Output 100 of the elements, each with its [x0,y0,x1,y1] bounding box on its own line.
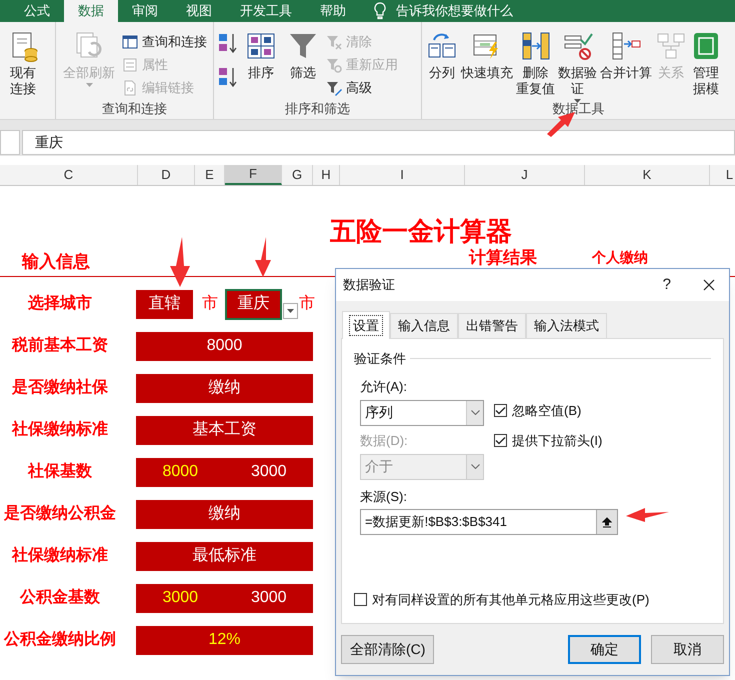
section-label: 验证条件 [354,350,406,368]
funnel-pen-icon [326,80,342,96]
chevron-down-icon [470,464,480,469]
column-header[interactable]: H [313,165,340,185]
field-label: 数据(D): [360,432,409,450]
dialog-title: 数据验证 [343,276,395,294]
selected-cell[interactable]: 重庆 [225,288,282,320]
ribbon-button[interactable]: 筛选 [284,30,322,81]
dialog-button[interactable]: 全部清除(C) [341,635,434,664]
ribbon-button[interactable]: 删除 重复值 [516,30,555,97]
source-field[interactable]: =数据更新!$B$3:$B$341 [360,509,618,535]
column-header[interactable]: L [710,165,735,185]
checkbox[interactable] [494,404,507,417]
row-label: 社保缴纳标准 [12,546,108,566]
dialog-tab[interactable]: 设置 [342,311,390,339]
ribbon-tab[interactable]: 审阅 [118,0,172,22]
ribbon-small-button[interactable]: 查询和连接 [122,30,207,53]
select-field[interactable]: 序列 [360,400,484,426]
ribbon-button[interactable]: 分列 [426,30,458,81]
column-header[interactable]: G [282,165,313,185]
ribbon-tab[interactable]: 数据 [64,0,118,22]
row-label: 选择城市 [28,293,92,314]
dialog-tab[interactable]: 输入法模式 [526,313,607,338]
group-label: 查询和连接 [102,100,167,118]
close-icon[interactable] [703,279,715,291]
checkbox-label: 对有同样设置的所有其他单元格应用这些更改(P) [372,590,650,609]
dialog-button[interactable]: 确定 [568,635,641,664]
column-header[interactable]: F [225,165,282,185]
row-label: 是否缴纳社保 [12,378,108,398]
checkbox[interactable] [354,592,367,606]
help-button[interactable]: ? [662,274,671,296]
lightbulb-icon [374,2,386,20]
ribbon-button[interactable]: 快速填充 [461,30,513,81]
funnel-cross-icon [326,34,342,50]
funnel-refresh-icon [326,56,342,72]
ribbon-tab[interactable]: 开发工具 [226,0,306,22]
cell-value: 3000 [250,588,287,608]
cell-value: 12% [208,630,241,650]
annotation-arrow [170,237,190,287]
cell-value: 3000 [162,588,198,608]
cell-value: 直辖 [136,290,193,318]
row-label: 公积金缴纳比例 [4,630,116,650]
row-label: 是否缴纳公积金 [4,504,116,524]
row-label: 社保基数 [28,462,92,482]
group-label: 排序和筛选 [285,100,350,118]
formula-input[interactable]: 重庆 [22,130,735,155]
column-header[interactable]: D [138,165,195,185]
section-heading: 计算结果 [469,248,537,268]
list-icon [122,56,138,72]
cell-value: 最低标准 [192,546,256,566]
ribbon-button[interactable]: 管理 据模 [690,30,722,97]
row-label: 税前基本工资 [12,335,108,356]
row-label: 公积金基数 [20,588,100,608]
cell-text: 市 [299,294,315,314]
ribbon-small-button[interactable]: 高级 [326,76,398,99]
field-label: 允许(A): [360,378,408,396]
ribbon-tab[interactable]: 视图 [172,0,226,22]
cell-text: 市 [202,294,218,314]
row-label: 社保缴纳标准 [12,420,108,440]
ribbon-button[interactable]: 排序 [242,30,280,81]
columns-arrow-icon [520,30,552,62]
cell-value: 8000 [206,336,242,356]
document-link-icon [122,80,138,96]
cell-value: 8000 [162,462,198,482]
checkbox-label: 忽略空值(B) [512,402,582,420]
cell-value: 基本工资 [192,420,256,440]
table-icon [122,34,138,50]
caret-icon [287,309,294,313]
checkmark-icon [495,436,506,446]
tell-me-search[interactable]: 告诉我你想要做什么 [396,1,513,21]
sort-icon[interactable] [218,66,238,88]
field-label: 来源(S): [359,488,408,506]
column-header[interactable]: K [585,165,710,185]
column-header[interactable]: C [0,165,138,185]
checkbox[interactable] [494,434,507,448]
annotation-arrow [626,508,669,522]
dialog-tab[interactable]: 输入信息 [390,313,458,338]
chevron-down-icon [470,410,480,415]
column-header[interactable]: J [465,165,585,185]
annotation-arrow [255,237,271,277]
column-arrow-icon [610,30,642,62]
collapse-button[interactable] [596,510,617,534]
upload-icon [602,516,612,528]
dialog-tab[interactable]: 出错警告 [458,313,526,338]
section-heading: 输入信息 [22,252,90,272]
ribbon-button[interactable]: 合并计算 [600,30,652,81]
sheet-title: 五险一金计算器 [330,216,512,246]
cell-value: 3000 [250,462,287,482]
cell-value: 缴纳 [208,378,240,398]
section-subheading: 个人缴纳 [592,248,648,266]
dropdown-button[interactable] [283,303,298,319]
ribbon-tab[interactable]: 帮助 [306,0,360,22]
checkmark-icon [495,406,506,415]
column-header[interactable]: I [340,165,465,185]
checkbox-label: 提供下拉箭头(I) [512,432,602,450]
dialog-button[interactable]: 取消 [651,635,724,664]
sort-icon[interactable] [218,32,238,54]
ribbon-button[interactable]: 现有 连接 [4,30,42,97]
cell-value: 缴纳 [208,504,240,524]
ribbon-tab[interactable]: 公式 [10,0,64,22]
